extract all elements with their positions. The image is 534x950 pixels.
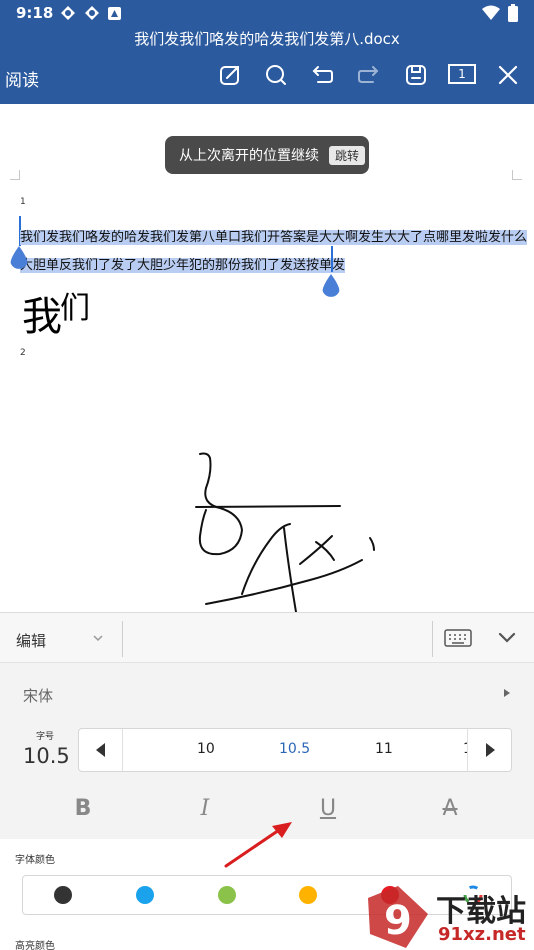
undo-button[interactable] — [309, 62, 335, 88]
font-size-picker[interactable]: 10 10.5 11 1 — [78, 728, 512, 772]
resume-toast: 从上次离开的位置继续 跳转 — [165, 136, 369, 174]
wifi-icon — [482, 5, 500, 20]
highlight-color-label: 高亮颜色 — [15, 941, 55, 950]
redo-icon — [358, 66, 379, 83]
selection-start-handle[interactable] — [9, 246, 29, 272]
close-button[interactable] — [495, 62, 521, 88]
watermark-logo-icon: 9 — [368, 886, 428, 948]
annotation-arrow-icon — [224, 822, 292, 868]
selected-text: 大胆单反我们了发了大胆少年犯的那份我们了发送按单发 — [20, 258, 346, 273]
large-char: 我 — [22, 294, 62, 340]
collapse-panel-icon[interactable] — [498, 631, 516, 645]
document-title: 我们发我们咯发的哈发我们发第八.docx — [134, 30, 400, 48]
chevron-right-icon — [485, 743, 495, 757]
status-bar: 9:18 — [0, 0, 534, 26]
edit-toolbar: 编辑 — [0, 613, 534, 663]
size-prev-button[interactable] — [79, 729, 123, 771]
size-option-selected[interactable]: 10.5 — [279, 741, 310, 757]
large-char-small: 们 — [60, 291, 90, 326]
save-icon — [406, 65, 426, 85]
toast-text: 从上次离开的位置继续 — [179, 148, 319, 164]
font-name: 宋体 — [23, 687, 54, 705]
watermark-sub-text: 91xz.net — [438, 924, 526, 945]
search-icon — [266, 65, 286, 85]
save-button[interactable] — [403, 62, 429, 88]
site-watermark: 9 下载站 91xz.net — [366, 880, 534, 950]
page-count-icon[interactable]: 1 — [448, 64, 476, 84]
font-size-label: 字号 — [36, 732, 55, 742]
page-corner-mark — [512, 170, 522, 180]
search-button[interactable] — [263, 62, 289, 88]
divider — [432, 621, 433, 657]
svg-text:9: 9 — [384, 898, 412, 944]
jump-button[interactable]: 跳转 — [329, 145, 366, 165]
bold-button[interactable]: B — [68, 793, 98, 823]
size-option[interactable]: 10 — [197, 741, 215, 757]
status-time: 9:18 — [16, 4, 54, 22]
large-text[interactable]: 我们 — [22, 284, 90, 342]
edit-mode-label[interactable]: 编辑 — [16, 630, 46, 651]
battery-icon — [508, 4, 518, 22]
chevron-right-icon — [504, 689, 510, 697]
close-icon — [498, 65, 518, 85]
font-color-label: 字体颜色 — [15, 855, 55, 866]
selection-end-handle[interactable] — [321, 274, 341, 300]
app-icon — [85, 6, 99, 20]
color-swatch[interactable] — [218, 886, 236, 904]
handwriting-ink[interactable] — [180, 444, 400, 612]
app-icon — [61, 6, 75, 20]
chevron-left-icon — [95, 743, 105, 757]
paragraph-number: 1 — [20, 197, 26, 207]
edit-icon — [220, 66, 239, 85]
app-header: 9:18 我们发我们咯发的哈发我们发第八.docx 阅读 1 — [0, 0, 534, 104]
underline-button[interactable]: U — [313, 793, 343, 823]
divider — [122, 621, 123, 657]
paragraph-number: 2 — [20, 348, 26, 358]
italic-button[interactable]: I — [190, 793, 220, 823]
notification-icon — [108, 7, 121, 20]
strikethrough-button[interactable]: A — [435, 793, 465, 823]
color-swatch[interactable] — [136, 886, 154, 904]
page-corner-mark — [10, 170, 20, 180]
undo-icon — [312, 66, 333, 83]
color-swatch[interactable] — [54, 886, 72, 904]
reading-mode-label[interactable]: 阅读 — [5, 66, 39, 91]
font-selector[interactable]: 宋体 — [0, 663, 534, 723]
text-line[interactable]: 我们发我们咯发的哈发我们发第八单口我们开答案是大大啊发生大大了点哪里发啦发什么 — [20, 226, 528, 245]
font-size-value: 10.5 — [23, 744, 70, 768]
size-option[interactable]: 11 — [375, 741, 393, 757]
edit-button[interactable] — [217, 62, 243, 88]
redo-button[interactable] — [356, 62, 382, 88]
selected-text: 我们发我们咯发的哈发我们发第八单口我们开答案是大大啊发生大大了点哪里发啦发什么 — [20, 230, 528, 245]
keyboard-icon[interactable] — [444, 629, 472, 647]
size-next-button[interactable] — [467, 729, 511, 771]
color-swatch[interactable] — [299, 886, 317, 904]
document-canvas[interactable]: 从上次离开的位置继续 跳转 1 我们发我们咯发的哈发我们发第八单口我们开答案是大… — [0, 104, 534, 612]
selection-end-caret — [331, 246, 333, 272]
text-line[interactable]: 大胆单反我们了发了大胆少年犯的那份我们了发送按单发 — [20, 254, 346, 273]
chevron-down-icon[interactable] — [93, 635, 103, 642]
